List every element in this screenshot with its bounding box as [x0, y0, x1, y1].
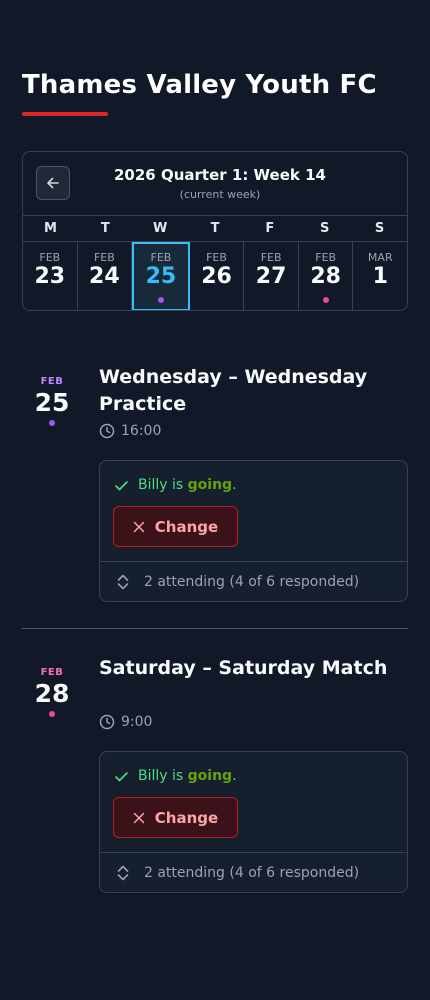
x-icon	[133, 521, 145, 532]
weekday-label: T	[100, 221, 110, 236]
rsvp-prefix: Billy is	[138, 477, 188, 493]
day-cell[interactable]: FEB 24	[78, 242, 133, 310]
event-dot	[49, 420, 55, 426]
day-cell[interactable]: FEB 26	[190, 242, 245, 310]
event-indicator-dot	[322, 297, 329, 303]
day-number: 28	[310, 264, 341, 289]
rsvp-going: going	[187, 477, 233, 493]
rsvp-status: Billy is going.	[114, 768, 237, 784]
day-number: 25	[145, 264, 177, 289]
clock-icon	[99, 423, 115, 439]
day-cell[interactable]: FEB 23	[23, 242, 78, 310]
change-button-label: Change	[154, 517, 219, 536]
rsvp-card: Billy is going. Change 2 attending (4 of…	[99, 751, 408, 893]
event-date: FEB 25	[22, 376, 82, 426]
attendance-text: 2 attending (4 of 6 responded)	[144, 573, 360, 590]
day-number: 26	[201, 264, 232, 289]
attendance-toggle[interactable]: 2 attending (4 of 6 responded)	[100, 852, 407, 892]
change-button-label: Change	[154, 808, 219, 827]
chevron-up-down-icon	[117, 865, 129, 880]
day-month: FEB	[315, 251, 337, 264]
day-cell[interactable]: MAR 1	[353, 242, 407, 310]
days-row: FEB 23 FEB 24 FEB 25 FEB 26 FEB 27 FEB 2…	[23, 242, 407, 310]
weekday-label: M	[43, 221, 57, 236]
event-dot	[49, 711, 55, 717]
clock-icon	[99, 714, 115, 730]
page-title: Thames Valley Youth FC	[22, 70, 377, 100]
weekday-label: F	[265, 221, 275, 236]
day-month: FEB	[150, 251, 172, 264]
attendance-toggle[interactable]: 2 attending (4 of 6 responded)	[100, 561, 407, 601]
weekday-label: T	[210, 221, 220, 236]
x-icon	[133, 812, 145, 823]
check-icon	[115, 771, 128, 781]
change-rsvp-button[interactable]: Change	[113, 797, 238, 838]
day-month: FEB	[93, 251, 115, 264]
event-date: FEB 28	[22, 667, 82, 717]
day-month: FEB	[260, 251, 282, 264]
rsvp-status: Billy is going.	[114, 477, 237, 493]
event-day: 28	[34, 679, 70, 708]
event-time: 9:00	[99, 714, 152, 730]
rsvp-prefix: Billy is	[138, 768, 188, 784]
event-title: Wednesday – Wednesday Practice	[99, 366, 368, 415]
calendar-header: 2026 Quarter 1: Week 14 (current week)	[23, 152, 407, 216]
event-title: Saturday – Saturday Match	[99, 657, 388, 679]
rsvp-going: going	[187, 768, 233, 784]
event-day: 25	[34, 388, 70, 417]
week-calendar: 2026 Quarter 1: Week 14 (current week) M…	[22, 151, 408, 311]
event-month: FEB	[40, 667, 64, 678]
day-cell-current[interactable]: FEB 25	[132, 242, 190, 310]
chevron-up-down-icon	[117, 574, 129, 589]
weekday-label: W	[152, 221, 168, 236]
event-month: FEB	[40, 376, 64, 387]
event-divider	[22, 628, 408, 629]
change-rsvp-button[interactable]: Change	[113, 506, 238, 547]
event-indicator-dot	[157, 297, 164, 303]
attendance-text: 2 attending (4 of 6 responded)	[144, 864, 360, 881]
rsvp-suffix: .	[232, 477, 237, 493]
week-subtitle: (current week)	[179, 188, 261, 201]
weekday-label: S	[320, 221, 330, 236]
rsvp-suffix: .	[232, 768, 237, 784]
day-number: 27	[255, 264, 287, 289]
weekday-label: S	[374, 221, 385, 236]
day-month: MAR	[367, 251, 393, 264]
event-time-text: 9:00	[121, 714, 153, 730]
day-month: FEB	[39, 251, 61, 264]
day-cell[interactable]: FEB 28	[299, 242, 354, 310]
week-title: 2026 Quarter 1: Week 14	[114, 166, 326, 184]
event-time-text: 16:00	[121, 423, 162, 439]
event-time: 16:00	[99, 423, 161, 439]
day-number: 24	[89, 264, 120, 289]
weekday-header-row: M T W T F S S	[23, 216, 407, 242]
day-month: FEB	[206, 251, 227, 264]
check-icon	[115, 480, 128, 490]
title-underline	[22, 112, 108, 116]
day-cell[interactable]: FEB 27	[244, 242, 299, 310]
rsvp-card: Billy is going. Change 2 attending (4 of…	[99, 460, 408, 602]
day-number: 23	[34, 264, 66, 289]
day-number: 1	[372, 264, 388, 289]
